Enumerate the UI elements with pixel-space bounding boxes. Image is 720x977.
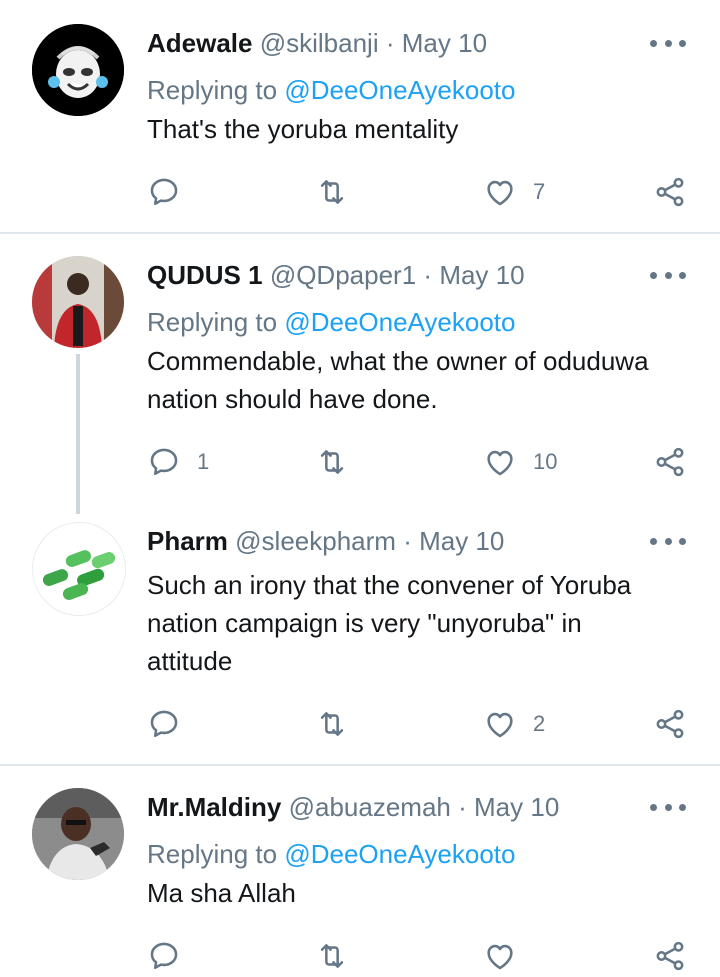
replying-prefix: Replying to — [147, 75, 285, 105]
more-icon[interactable] — [650, 536, 686, 546]
action-bar — [147, 936, 687, 976]
replying-prefix: Replying to — [147, 839, 285, 869]
action-bar: 7 — [147, 172, 687, 212]
display-name[interactable]: Pharm — [147, 526, 228, 556]
tweet-text-line: nation should have done. — [147, 384, 438, 414]
like-button[interactable] — [483, 936, 533, 976]
avatar[interactable] — [32, 24, 124, 116]
tweet-header: Mr.Maldiny @abuazemah · May 10 — [147, 790, 690, 824]
share-icon — [656, 709, 684, 739]
share-button[interactable] — [653, 442, 687, 482]
pills-avatar-image — [33, 523, 125, 615]
tweet-text: Ma sha Allah — [147, 878, 296, 908]
like-count: 2 — [533, 711, 546, 736]
share-icon — [656, 177, 684, 207]
tweet-adewale[interactable]: Adewale @skilbanji · May 10 Replying to … — [0, 0, 720, 232]
like-count: 10 — [533, 449, 558, 474]
share-button[interactable] — [653, 704, 687, 744]
tweet-date[interactable]: May 10 — [474, 792, 559, 822]
tweet-text-line: nation campaign is very "unyoruba" in — [147, 608, 582, 638]
replying-prefix: Replying to — [147, 307, 285, 337]
tweet-date[interactable]: May 10 — [439, 260, 524, 290]
reply-count: 1 — [197, 449, 210, 474]
mention-link[interactable]: @DeeOneAyekooto — [284, 75, 515, 105]
action-bar: 2 — [147, 704, 687, 744]
like-icon — [487, 180, 513, 206]
like-count: 7 — [533, 179, 546, 204]
tweet-text: Commendable, what the owner of oduduwa n… — [147, 342, 690, 418]
tweet-text: Such an irony that the convener of Yorub… — [147, 566, 690, 680]
mention-link[interactable]: @DeeOneAyekooto — [284, 307, 515, 337]
like-button[interactable]: 7 — [483, 172, 545, 212]
user-handle[interactable]: @QDpaper1 — [270, 260, 416, 290]
more-icon[interactable] — [650, 802, 686, 812]
tweet-qudus[interactable]: QUDUS 1 @QDpaper1 · May 10 Replying to @… — [0, 234, 720, 514]
reply-icon — [150, 710, 178, 738]
separator: · — [423, 260, 433, 290]
tweet-text-line: Such an irony that the convener of Yorub… — [147, 570, 632, 600]
retweet-icon — [320, 180, 344, 204]
separator: · — [385, 28, 395, 58]
more-icon[interactable] — [650, 270, 686, 280]
like-button[interactable]: 2 — [483, 704, 545, 744]
mention-link[interactable]: @DeeOneAyekooto — [284, 839, 515, 869]
action-bar: 1 10 — [147, 442, 687, 482]
retweet-icon — [320, 944, 344, 968]
tweet-header: Adewale @skilbanji · May 10 — [147, 26, 690, 60]
retweet-button[interactable] — [315, 704, 365, 744]
user-handle[interactable]: @sleekpharm — [235, 526, 396, 556]
share-icon — [656, 941, 684, 971]
avatar[interactable] — [32, 256, 124, 348]
person-avatar-image — [32, 788, 124, 880]
display-name[interactable]: QUDUS 1 — [147, 260, 263, 290]
separator: · — [403, 526, 412, 556]
thread-line — [76, 354, 80, 514]
tweet-pharm[interactable]: Pharm @sleekpharm · May 10 Such an irony… — [0, 514, 720, 764]
reply-button[interactable]: 1 — [147, 442, 209, 482]
emoji-avatar-image — [32, 24, 124, 116]
replying-to: Replying to @DeeOneAyekooto — [147, 836, 690, 872]
retweet-button[interactable] — [315, 442, 365, 482]
reply-button[interactable] — [147, 172, 197, 212]
share-button[interactable] — [653, 172, 687, 212]
like-icon — [487, 712, 513, 738]
more-icon[interactable] — [650, 38, 686, 48]
avatar[interactable] — [32, 788, 124, 880]
display-name[interactable]: Adewale — [147, 28, 253, 58]
reply-icon — [150, 448, 178, 476]
separator: · — [458, 792, 467, 822]
retweet-icon — [320, 450, 344, 474]
avatar[interactable] — [32, 522, 126, 616]
reply-button[interactable] — [147, 936, 197, 976]
tweet-text-line: attitude — [147, 646, 233, 676]
user-handle[interactable]: @skilbanji — [260, 28, 379, 58]
person-avatar-image — [32, 256, 124, 348]
replying-to: Replying to @DeeOneAyekooto — [147, 304, 690, 340]
like-icon — [487, 944, 513, 970]
like-icon — [487, 450, 513, 476]
tweet-date[interactable]: May 10 — [402, 28, 487, 58]
retweet-icon — [320, 712, 344, 736]
reply-icon — [150, 942, 178, 970]
tweet-text: That's the yoruba mentality — [147, 114, 459, 144]
retweet-button[interactable] — [315, 936, 365, 976]
tweet-date[interactable]: May 10 — [419, 526, 504, 556]
share-button[interactable] — [653, 936, 687, 976]
tweet-header: Pharm @sleekpharm · May 10 — [147, 524, 690, 558]
reply-button[interactable] — [147, 704, 197, 744]
tweet-maldiny[interactable]: Mr.Maldiny @abuazemah · May 10 Replying … — [0, 766, 720, 977]
display-name[interactable]: Mr.Maldiny — [147, 792, 281, 822]
share-icon — [656, 447, 684, 477]
retweet-button[interactable] — [315, 172, 365, 212]
user-handle[interactable]: @abuazemah — [289, 792, 451, 822]
like-button[interactable]: 10 — [483, 442, 557, 482]
replying-to: Replying to @DeeOneAyekooto — [147, 72, 690, 108]
tweet-header: QUDUS 1 @QDpaper1 · May 10 — [147, 258, 690, 292]
tweet-text-line: Commendable, what the owner of oduduwa — [147, 346, 649, 376]
reply-icon — [150, 178, 178, 206]
